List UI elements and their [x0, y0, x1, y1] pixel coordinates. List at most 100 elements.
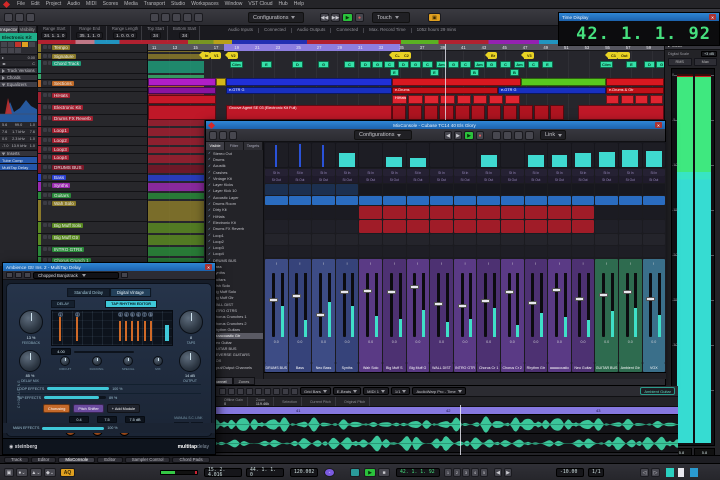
rack-slot[interactable] — [383, 206, 406, 219]
rack-slot[interactable] — [430, 246, 453, 257]
solo-button[interactable] — [48, 155, 52, 159]
routing-cell[interactable]: St Out — [312, 176, 335, 183]
mixconsole-titlebar[interactable]: MixConsole - Cubase TC14 40 Els Glory ✕ — [206, 121, 665, 129]
event-stub[interactable] — [148, 165, 204, 173]
fader-handle[interactable] — [646, 297, 655, 301]
chord-event[interactable]: G — [410, 61, 421, 68]
routing-cell[interactable]: St In — [265, 169, 288, 176]
history-button[interactable] — [492, 131, 501, 140]
rack-slot[interactable] — [477, 196, 500, 205]
marker-1-button[interactable]: 1 — [444, 468, 452, 477]
rewind-button[interactable]: ◀ — [444, 131, 452, 140]
menu-transport[interactable]: Transport — [144, 1, 165, 7]
rack-slot[interactable] — [312, 184, 335, 195]
event-cell[interactable] — [505, 95, 520, 104]
inspector-track-name[interactable]: Electronic Kit — [0, 33, 37, 41]
channel-strip[interactable]: !0.0 — [572, 259, 595, 363]
channel-name-cell[interactable]: GUITAR BUS — [595, 363, 618, 372]
routing-cell[interactable]: St In — [359, 169, 382, 176]
read-button[interactable] — [8, 48, 14, 53]
channel-strip[interactable]: !0.0 — [501, 259, 524, 363]
rack-slot[interactable] — [359, 246, 382, 257]
rack-slot[interactable] — [312, 196, 335, 205]
rack-slot[interactable] — [572, 234, 595, 245]
routing-cell[interactable]: St Out — [477, 176, 500, 183]
rack-slot[interactable] — [548, 246, 571, 257]
chord-event[interactable]: E — [390, 69, 399, 76]
select-tool-icon[interactable] — [282, 388, 289, 395]
loop-effects-slider[interactable] — [47, 387, 109, 390]
automation-mode-select[interactable]: Touch — [372, 12, 410, 23]
routing-cell[interactable]: St In — [383, 169, 406, 176]
range-field-value[interactable]: 35. 1. 1. 0 — [76, 32, 102, 39]
channel-name-cell[interactable]: INTRO GTR — [454, 363, 477, 372]
tap-bar[interactable] — [131, 321, 133, 341]
channel-name-cell[interactable]: Big Muff G — [407, 363, 430, 372]
rack-slot[interactable] — [595, 184, 618, 195]
right-locator-field[interactable]: 44. 1. 1. 0 — [246, 468, 284, 477]
fader-handle[interactable] — [292, 294, 301, 298]
rack-slot[interactable] — [383, 196, 406, 205]
chord-event[interactable]: Am — [514, 61, 525, 68]
rack-slot[interactable] — [383, 246, 406, 257]
editor-dropdown[interactable]: Grid Bars — [300, 387, 331, 395]
event-cell[interactable] — [473, 95, 488, 104]
event-cell[interactable] — [440, 95, 455, 104]
rack-slot[interactable] — [359, 234, 382, 245]
bypass-button[interactable] — [6, 272, 13, 278]
transport-time-field[interactable]: 42. 1. 1. 92 — [396, 468, 440, 477]
scrub-tool-icon[interactable] — [264, 388, 271, 395]
range-field-value[interactable]: 34. 1. 1. 0 — [41, 32, 67, 39]
routing-cell[interactable]: St In — [525, 169, 548, 176]
signature-field[interactable]: 1/1 — [588, 468, 604, 477]
loop-icon[interactable] — [194, 13, 203, 22]
event-stub[interactable] — [148, 138, 204, 145]
link-button[interactable]: Link — [540, 130, 566, 140]
rack-slot[interactable] — [572, 196, 595, 205]
rack-slot[interactable] — [289, 220, 312, 233]
channel-strip[interactable]: !0.0 — [383, 259, 406, 363]
track-row[interactable]: Wah Solo — [38, 200, 147, 222]
insert-slot[interactable]: MultiTap Delay — [0, 164, 37, 171]
module-chip[interactable]: Pitch Shifter — [73, 404, 103, 413]
rack-slot[interactable] — [595, 246, 618, 257]
tap-bar[interactable] — [144, 321, 146, 341]
meter-bridge-toggle[interactable] — [229, 131, 237, 140]
rack-slot[interactable] — [289, 196, 312, 205]
rack-slot[interactable] — [336, 184, 359, 195]
channel-strip[interactable]: !0.0 — [595, 259, 618, 363]
left-tab-visible[interactable]: Visible — [206, 142, 225, 150]
eq-band-row[interactable]: 5.699.01.0 — [0, 122, 37, 129]
mute-button[interactable] — [43, 175, 47, 179]
eq-curve-display[interactable] — [0, 88, 37, 122]
editor-dropdown[interactable]: E-Beats — [333, 387, 361, 395]
fader-handle[interactable] — [269, 298, 278, 302]
rack-slot[interactable] — [359, 220, 382, 233]
routing-cell[interactable]: St Out — [643, 176, 666, 183]
digital-scale-value[interactable]: +3 dB — [701, 51, 717, 57]
mixconsole-scroll-strip[interactable] — [264, 372, 666, 379]
event-stub[interactable] — [148, 223, 204, 233]
rack-slot[interactable] — [525, 196, 548, 205]
stop-button[interactable]: ■ — [378, 468, 390, 477]
track-row[interactable]: Drums FX Reverb — [38, 115, 147, 127]
channel-strip[interactable]: !0.0 — [336, 259, 359, 363]
mute-button[interactable] — [43, 147, 47, 151]
chord-event[interactable]: G — [486, 61, 497, 68]
chord-event[interactable]: G — [318, 61, 329, 68]
menu-studio[interactable]: Studio — [171, 1, 185, 7]
channel-name-cell[interactable]: WALL DIST — [430, 363, 453, 372]
fader-handle[interactable] — [434, 302, 443, 306]
tap-number[interactable]: 7 — [142, 312, 147, 317]
rack-slot[interactable] — [619, 184, 642, 195]
rack-slot[interactable] — [265, 206, 288, 219]
routing-cell[interactable]: St Out — [383, 176, 406, 183]
routing-cell[interactable]: St Out — [407, 176, 430, 183]
mute-button[interactable] — [43, 81, 47, 85]
draw-tool-icon[interactable] — [237, 388, 244, 395]
lower-tab-sampler-control[interactable]: Sampler Control — [125, 457, 171, 463]
section-chords[interactable]: Chords — [0, 74, 37, 81]
rack-slot[interactable] — [477, 220, 500, 233]
channel-name-cell[interactable]: Bass — [289, 363, 312, 372]
event-stub[interactable] — [148, 193, 204, 199]
